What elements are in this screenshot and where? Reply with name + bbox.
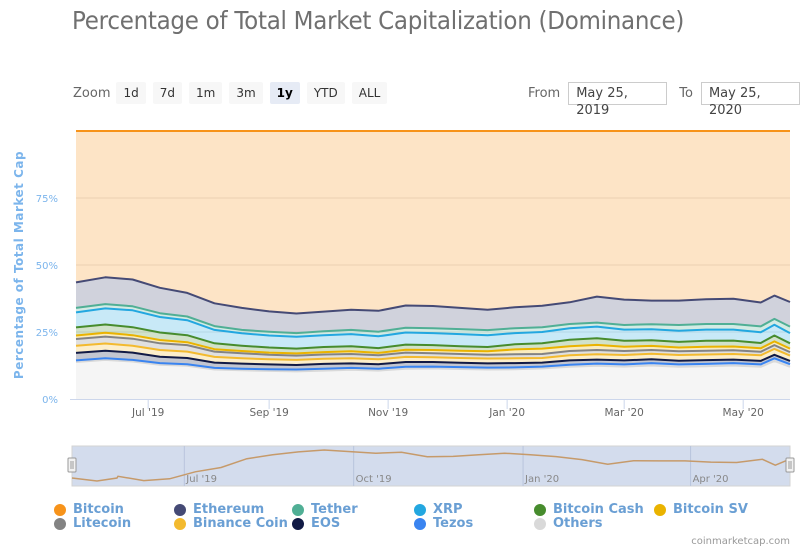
y-tick-label: 25% bbox=[36, 328, 58, 339]
legend-item-tezos[interactable]: Tezos bbox=[414, 516, 473, 531]
y-axis-title: Percentage of Total Market Cap bbox=[12, 151, 26, 379]
credit-link[interactable]: coinmarketcap.com bbox=[691, 536, 790, 547]
legend-item-bitcoin-cash[interactable]: Bitcoin Cash bbox=[534, 502, 644, 517]
y-tick-label: 0% bbox=[42, 395, 58, 406]
legend-dot-icon bbox=[414, 517, 426, 530]
legend-dot-icon bbox=[414, 503, 426, 516]
legend-label: Binance Coin bbox=[193, 516, 288, 531]
x-tick-label: Mar '20 bbox=[604, 407, 643, 419]
navigator-tick-label: Jul '19 bbox=[185, 474, 217, 485]
legend-dot-icon bbox=[654, 503, 666, 516]
navigator-tick-label: Oct '19 bbox=[356, 474, 392, 485]
x-axis-ticks: Jul '19 Sep '19 Nov '19 Jan '20 Mar '20 May '… bbox=[131, 399, 764, 419]
legend-label: Tether bbox=[311, 502, 358, 517]
legend-item-bitcoin[interactable]: Bitcoin bbox=[54, 502, 124, 517]
legend-dot-icon bbox=[54, 503, 66, 516]
legend-dot-icon bbox=[174, 517, 186, 530]
y-tick-label: 50% bbox=[36, 261, 58, 272]
legend-item-xrp[interactable]: XRP bbox=[414, 502, 463, 517]
legend-dot-icon bbox=[534, 517, 546, 530]
legend-label: Ethereum bbox=[193, 502, 265, 517]
x-tick-label: Jul '19 bbox=[131, 407, 164, 419]
legend-label: Tezos bbox=[433, 516, 474, 531]
legend-label: Litecoin bbox=[73, 516, 132, 531]
legend-label: Others bbox=[553, 516, 603, 531]
area-bitcoin bbox=[76, 131, 790, 314]
legend-item-ethereum[interactable]: Ethereum bbox=[174, 502, 264, 517]
x-tick-label: Sep '19 bbox=[249, 407, 288, 419]
y-tick-label: 75% bbox=[36, 194, 58, 205]
navigator-left-handle[interactable] bbox=[67, 457, 77, 473]
legend-item-bitcoin-sv[interactable]: Bitcoin SV bbox=[654, 502, 748, 517]
navigator-tick-label: Apr '20 bbox=[693, 474, 729, 485]
x-tick-label: Jan '20 bbox=[488, 407, 525, 419]
x-tick-label: Nov '19 bbox=[368, 407, 408, 419]
navigator-tick-label: Jan '20 bbox=[524, 474, 559, 485]
legend-item-eos[interactable]: EOS bbox=[292, 516, 340, 531]
navigator-background[interactable] bbox=[71, 445, 791, 487]
dominance-chart: 0% 25% 50% 75% Jul '19 Sep '19 Nov '19 Jan '20… bbox=[12, 130, 795, 487]
legend-item-tether[interactable]: Tether bbox=[292, 502, 358, 517]
legend-item-litecoin[interactable]: Litecoin bbox=[54, 516, 131, 531]
legend-dot-icon bbox=[292, 503, 304, 516]
legend-dot-icon bbox=[534, 503, 546, 516]
legend-dot-icon bbox=[292, 517, 304, 530]
legend-label: Bitcoin Cash bbox=[553, 502, 644, 517]
navigator-right-handle[interactable] bbox=[785, 457, 795, 473]
legend-item-binance-coin[interactable]: Binance Coin bbox=[174, 516, 288, 531]
legend-dot-icon bbox=[174, 503, 186, 516]
legend-label: XRP bbox=[433, 502, 463, 517]
x-tick-label: May '20 bbox=[723, 407, 764, 419]
legend-label: Bitcoin SV bbox=[673, 502, 748, 517]
legend-dot-icon bbox=[54, 517, 66, 530]
legend-label: Bitcoin bbox=[73, 502, 124, 517]
y-axis-ticks: 0% 25% 50% 75% bbox=[36, 194, 58, 406]
legend-label: EOS bbox=[311, 516, 341, 531]
legend-item-others[interactable]: Others bbox=[534, 516, 603, 531]
